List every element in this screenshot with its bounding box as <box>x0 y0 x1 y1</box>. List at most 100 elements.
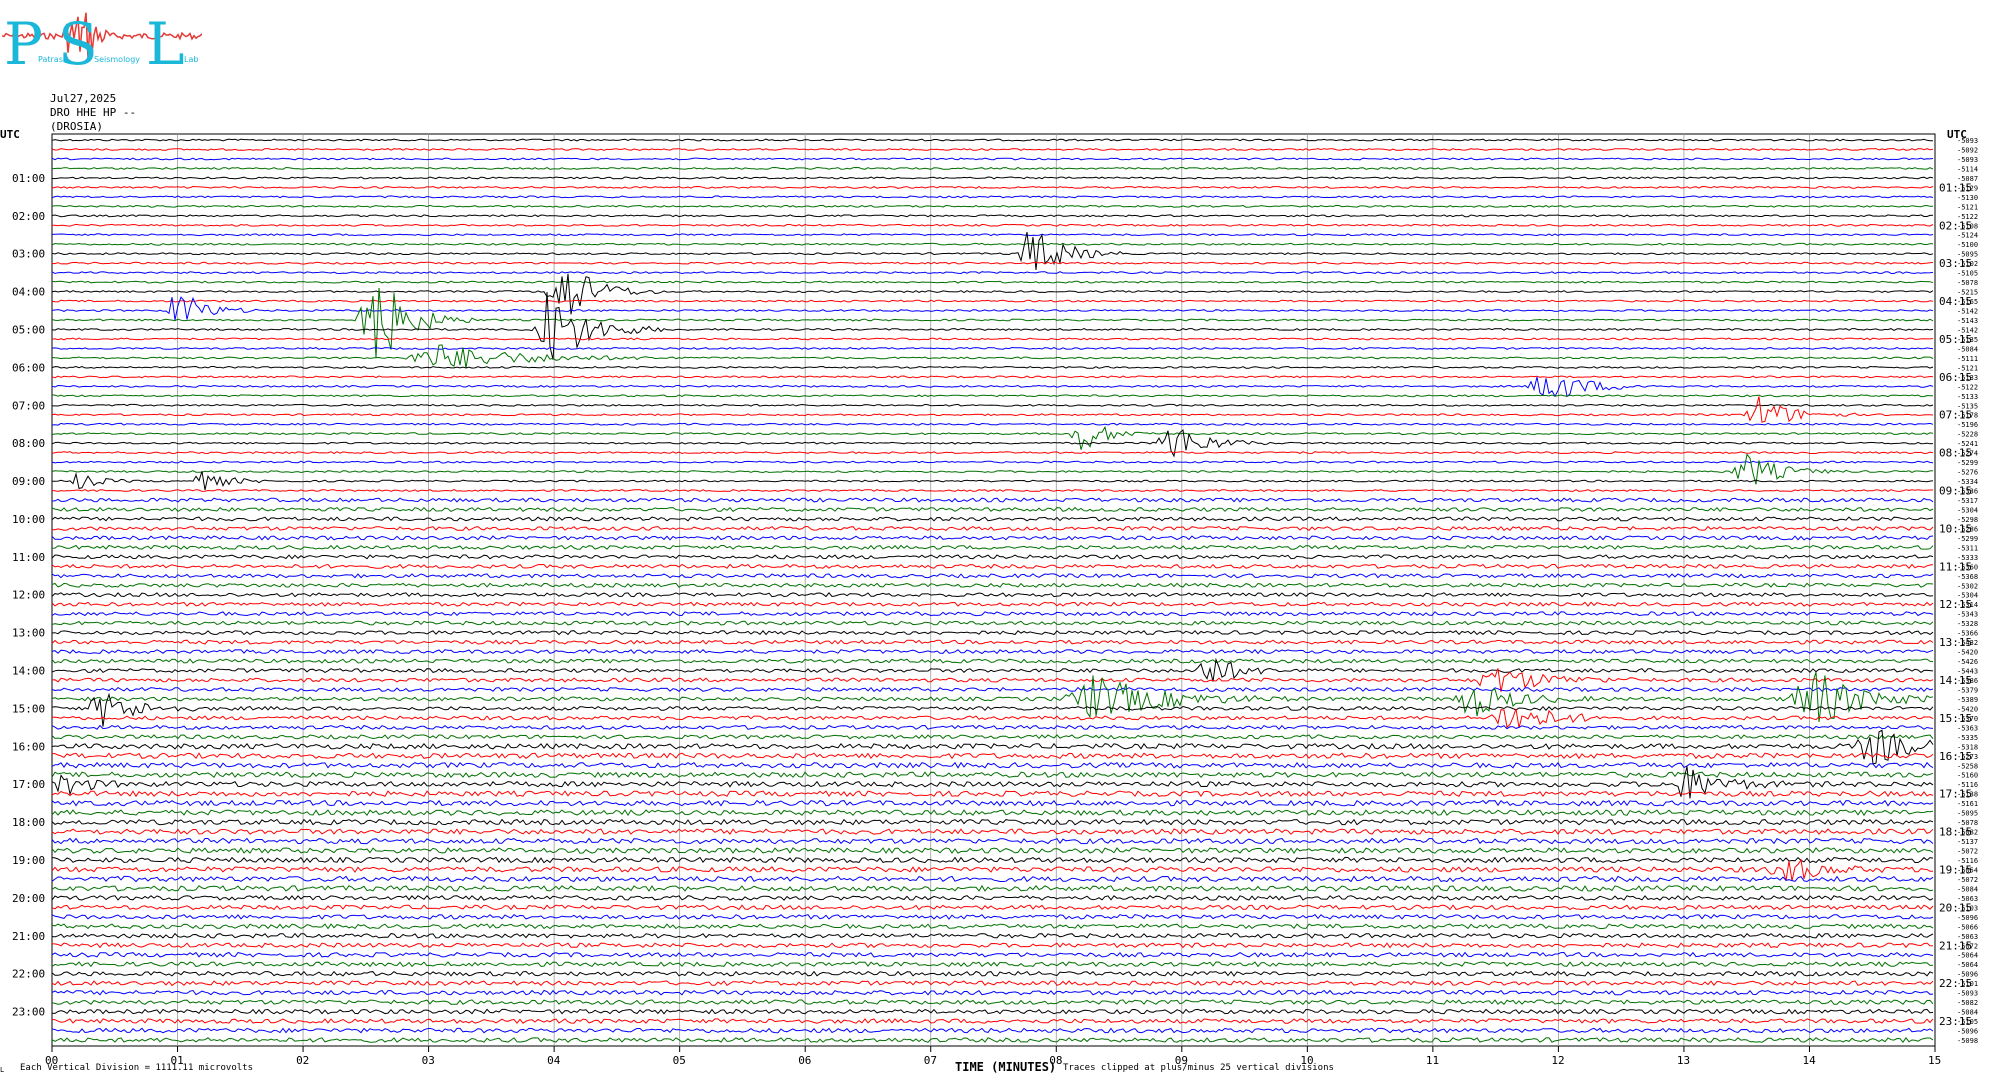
trace-offset-label: -5066 <box>1957 923 1978 931</box>
seismic-trace <box>51 970 1934 977</box>
trace-offset-label: -5114 <box>1957 165 1978 173</box>
seismic-trace <box>51 375 1934 379</box>
trace-offset-label: -5096 <box>1957 914 1978 922</box>
trace-offset-label: -5302 <box>1957 582 1978 590</box>
trace-offset-label: -5304 <box>1957 506 1978 514</box>
seismic-trace <box>51 497 1934 503</box>
seismic-trace <box>51 261 1934 265</box>
trace-offset-label: -5363 <box>1957 724 1978 732</box>
right-hour-label: 18:15 <box>1939 826 1972 839</box>
seismic-trace <box>51 273 1934 315</box>
seismic-trace <box>51 506 1934 513</box>
right-hour-label: 08:15 <box>1939 447 1972 460</box>
left-hour-label: 01:00 <box>12 172 45 185</box>
trace-offset-label: -5111 <box>1957 355 1978 363</box>
seismic-trace <box>51 1008 1934 1015</box>
seismic-trace <box>51 365 1934 369</box>
trace-offset-label: -5100 <box>1957 241 1978 249</box>
x-tick-label: 06 <box>798 1054 811 1067</box>
x-tick-label: 05 <box>673 1054 686 1067</box>
seismic-trace <box>51 686 1934 693</box>
x-tick-label: 07 <box>924 1054 937 1067</box>
trace-offset-label: -5064 <box>1957 952 1978 960</box>
left-hour-label: 04:00 <box>12 286 45 299</box>
trace-offset-label: -5299 <box>1957 535 1978 543</box>
trace-offset-label: -5276 <box>1957 469 1978 477</box>
trace-offset-label: -5105 <box>1957 270 1978 278</box>
trace-offset-label: -5143 <box>1957 317 1978 325</box>
left-hour-label: 11:00 <box>12 551 45 564</box>
seismic-trace <box>51 422 1934 426</box>
right-hour-label: 03:15 <box>1939 257 1972 270</box>
seismic-trace <box>51 233 1934 237</box>
trace-offset-label: -5096 <box>1957 1028 1978 1036</box>
seismic-trace <box>51 166 1934 170</box>
x-tick-label: 11 <box>1426 1054 1439 1067</box>
seismic-trace <box>51 884 1934 892</box>
trace-offset-label: -5092 <box>1957 146 1978 154</box>
seismic-trace <box>51 630 1934 636</box>
trace-offset-label: -5160 <box>1957 772 1978 780</box>
trace-offset-label: -5389 <box>1957 696 1978 704</box>
left-hour-label: 21:00 <box>12 930 45 943</box>
seismic-trace <box>51 837 1934 845</box>
seismic-trace <box>51 932 1934 939</box>
trace-offset-label: -5311 <box>1957 544 1978 552</box>
seismic-trace <box>51 195 1934 199</box>
trace-offset-label: -5130 <box>1957 194 1978 202</box>
seismic-trace <box>51 525 1934 531</box>
right-hour-label: 10:15 <box>1939 522 1972 535</box>
trace-offset-label: -5426 <box>1957 658 1978 666</box>
seismic-trace <box>51 242 1934 246</box>
trace-offset-label: -5228 <box>1957 431 1978 439</box>
seismic-trace <box>51 453 1934 485</box>
seismic-trace <box>51 535 1934 541</box>
trace-offset-label: -5420 <box>1957 649 1978 657</box>
seismic-trace <box>51 516 1934 522</box>
seismic-trace <box>51 923 1934 930</box>
left-hour-label: 20:00 <box>12 892 45 905</box>
seismic-trace <box>51 471 1934 491</box>
left-hour-label: 17:00 <box>12 778 45 791</box>
seismic-trace <box>51 639 1934 645</box>
seismic-trace <box>51 989 1934 996</box>
left-hour-label: 12:00 <box>12 589 45 602</box>
right-hour-label: 05:15 <box>1939 333 1972 346</box>
left-hour-label: 18:00 <box>12 816 45 829</box>
seismic-trace <box>51 214 1934 218</box>
seismic-trace <box>51 425 1934 450</box>
trace-offset-label: -5142 <box>1957 308 1978 316</box>
seismic-trace <box>51 573 1934 579</box>
seismic-trace <box>51 999 1934 1006</box>
trace-offset-label: -5328 <box>1957 620 1978 628</box>
right-hour-label: 17:15 <box>1939 788 1972 801</box>
seismic-trace <box>51 951 1934 958</box>
seismic-trace <box>51 648 1934 655</box>
right-hour-label: 12:15 <box>1939 598 1972 611</box>
trace-offset-label: -5335 <box>1957 734 1978 742</box>
left-hour-label: 08:00 <box>12 437 45 450</box>
trace-offset-label: -5133 <box>1957 393 1978 401</box>
seismic-trace <box>51 657 1934 682</box>
trace-offset-label: -5121 <box>1957 203 1978 211</box>
right-hour-label: 09:15 <box>1939 485 1972 498</box>
right-utc-title: UTC <box>1947 128 1967 141</box>
right-hour-label: 19:15 <box>1939 863 1972 876</box>
seismic-trace <box>51 460 1934 464</box>
plot-frame <box>51 133 1936 1047</box>
seismic-trace <box>51 396 1934 423</box>
seismic-trace <box>51 544 1934 550</box>
seismic-trace <box>51 592 1934 598</box>
right-hour-label: 21:15 <box>1939 939 1972 952</box>
seismic-trace <box>52 223 1934 227</box>
trace-offset-label: -5098 <box>1957 1037 1978 1045</box>
seismic-trace <box>51 271 1934 275</box>
left-hour-label: 16:00 <box>12 740 45 753</box>
trace-offset-label: -5084 <box>1957 885 1978 893</box>
right-hour-label: 11:15 <box>1939 560 1972 573</box>
seismic-trace <box>51 828 1934 835</box>
seismic-trace <box>51 847 1934 855</box>
left-utc-title: UTC <box>0 128 20 141</box>
seismic-trace <box>51 489 1933 492</box>
seismic-trace <box>51 734 1934 740</box>
